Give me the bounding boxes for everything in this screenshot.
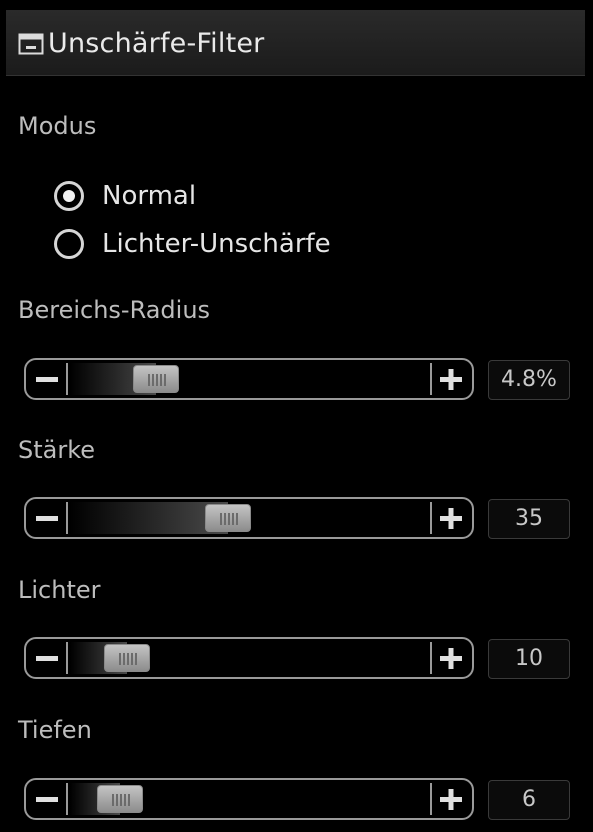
- radio-label-highlight-blur: Lichter-Unschärfe: [102, 229, 331, 259]
- highlights-thumb[interactable]: [104, 644, 151, 672]
- shadows-value-field[interactable]: 6: [488, 780, 570, 820]
- shadows-label: Tiefen: [18, 716, 92, 744]
- highlights-track[interactable]: [70, 642, 428, 674]
- radio-highlight-blur[interactable]: Lichter-Unschärfe: [54, 224, 331, 264]
- radio-button-normal[interactable]: [54, 181, 84, 211]
- minus-icon: [36, 377, 58, 382]
- highlights-value-field[interactable]: 10: [488, 639, 570, 679]
- highlights-decrease-button[interactable]: [28, 642, 68, 674]
- strength-decrease-button[interactable]: [28, 502, 68, 534]
- strength-thumb[interactable]: [204, 504, 251, 532]
- radio-button-highlight-blur[interactable]: [54, 229, 84, 259]
- highlights-label: Lichter: [18, 576, 101, 604]
- minus-icon: [36, 656, 58, 661]
- strength-label: Stärke: [18, 436, 96, 464]
- strength-value-field[interactable]: 35: [488, 499, 570, 539]
- shadows-slider[interactable]: [24, 778, 474, 820]
- radius-increase-button[interactable]: [430, 363, 470, 395]
- minus-icon: [36, 797, 58, 802]
- mode-label: Modus: [18, 112, 97, 140]
- radius-slider[interactable]: [24, 358, 474, 400]
- strength-increase-button[interactable]: [430, 502, 470, 534]
- panel-icon: [18, 33, 44, 55]
- radio-label-normal: Normal: [102, 181, 197, 211]
- grip-icon: [147, 374, 166, 386]
- grip-icon: [219, 513, 238, 525]
- strength-fill: [70, 502, 228, 534]
- plus-icon: [440, 508, 462, 529]
- highlights-slider[interactable]: [24, 637, 474, 679]
- strength-track[interactable]: [70, 502, 428, 534]
- radius-track[interactable]: [70, 363, 428, 395]
- plus-icon: [440, 369, 462, 390]
- plus-icon: [440, 648, 462, 669]
- radius-value-field[interactable]: 4.8%: [488, 360, 570, 400]
- shadows-decrease-button[interactable]: [28, 783, 68, 815]
- plus-icon: [440, 789, 462, 810]
- radius-label: Bereichs-Radius: [18, 296, 211, 324]
- panel-title: Unschärfe-Filter: [48, 28, 265, 59]
- radio-normal[interactable]: Normal: [54, 176, 196, 216]
- panel-titlebar[interactable]: Unschärfe-Filter: [6, 10, 585, 76]
- shadows-thumb[interactable]: [97, 785, 144, 813]
- minus-icon: [36, 516, 58, 521]
- shadows-increase-button[interactable]: [430, 783, 470, 815]
- blur-filter-panel: Unschärfe-Filter Modus Normal Lichter-Un…: [6, 0, 585, 832]
- grip-icon: [112, 794, 131, 806]
- shadows-track[interactable]: [70, 783, 428, 815]
- radius-decrease-button[interactable]: [28, 363, 68, 395]
- strength-slider[interactable]: [24, 497, 474, 539]
- grip-icon: [119, 653, 138, 665]
- highlights-increase-button[interactable]: [430, 642, 470, 674]
- radius-thumb[interactable]: [132, 365, 179, 393]
